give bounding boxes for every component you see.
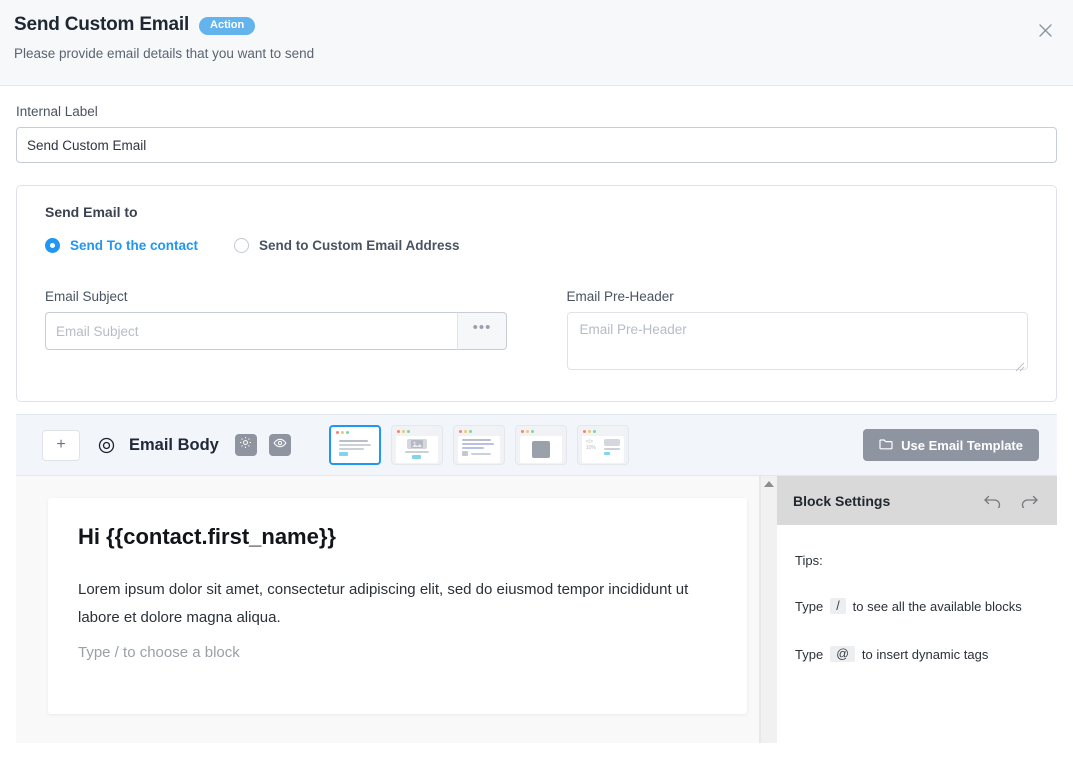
send-email-to-title: Send Email to [45, 204, 138, 220]
email-preheader-label: Email Pre-Header [566, 289, 674, 304]
close-button[interactable] [1033, 18, 1057, 42]
radio-indicator-selected [45, 238, 60, 253]
template-thumb-image[interactable] [390, 425, 443, 465]
use-email-template-label: Use Email Template [901, 437, 1023, 453]
status-badge: Action [199, 17, 256, 35]
block-settings-actions [983, 493, 1039, 508]
email-preheader-field: Email Pre-Header [566, 289, 1028, 375]
template-thumb-document[interactable] [514, 425, 567, 465]
tip-at-suffix: to insert dynamic tags [861, 646, 989, 662]
modal-header: Send Custom Email Action Please provide … [0, 0, 1073, 86]
undo-icon [984, 495, 1001, 508]
undo-button[interactable] [983, 493, 1002, 508]
tip-at-key: @ [830, 646, 855, 662]
editor-area: Hi {{contact.first_name}} Lorem ipsum do… [16, 476, 1057, 743]
tip-at-prefix: Type [795, 646, 824, 662]
block-settings-header: Block Settings [777, 476, 1057, 525]
target-icon [98, 437, 115, 454]
use-email-template-button[interactable]: Use Email Template [863, 429, 1039, 461]
template-thumb-code[interactable]: </> 10% [576, 425, 629, 465]
radio-send-to-contact-label: Send To the contact [70, 238, 199, 253]
redo-icon [1021, 495, 1038, 508]
tip-slash-suffix: to see all the available blocks [852, 598, 1022, 614]
internal-label-input[interactable] [16, 127, 1057, 163]
email-preheader-wrap [566, 312, 1028, 375]
email-body-toolbar: + Email Body </> 10% Use Email Template [16, 414, 1057, 476]
email-paragraph[interactable]: Lorem ipsum dolor sit amet, consectetur … [78, 576, 717, 632]
email-heading[interactable]: Hi {{contact.first_name}} [78, 524, 717, 550]
send-email-to-radio-group: Send To the contact Send to Custom Email… [45, 238, 1028, 253]
internal-label-field: Internal Label [16, 104, 1057, 163]
email-subject-field: Email Subject ••• [45, 289, 507, 375]
editor-scrollbar[interactable] [760, 476, 777, 743]
tip-slash: Type / to see all the available blocks [795, 598, 1039, 614]
email-subject-label: Email Subject [45, 289, 128, 304]
tip-slash-prefix: Type [795, 598, 824, 614]
email-block-placeholder[interactable]: Type / to choose a block [78, 644, 717, 661]
send-email-section: Send Email to Send To the contact Send t… [16, 185, 1057, 402]
subject-preheader-row: Email Subject ••• Email Pre-Header [45, 289, 1028, 375]
preview-button[interactable] [268, 434, 291, 456]
template-thumb-article[interactable] [452, 425, 505, 465]
radio-send-to-custom-address[interactable]: Send to Custom Email Address [234, 238, 460, 253]
tip-slash-key: / [830, 598, 846, 614]
scroll-up-arrow-icon[interactable] [764, 481, 774, 487]
title-row: Send Custom Email Action [14, 14, 1053, 36]
redo-button[interactable] [1020, 493, 1039, 508]
radio-send-to-contact[interactable]: Send To the contact [45, 238, 198, 253]
radio-indicator-unselected [234, 238, 250, 253]
folder-icon [879, 438, 893, 453]
email-subject-group: ••• [45, 312, 507, 350]
gear-icon [239, 436, 252, 454]
modal-body: Internal Label Send Email to Send To the… [0, 86, 1073, 743]
radio-send-to-custom-address-label: Send to Custom Email Address [259, 238, 460, 253]
modal-subtitle: Please provide email details that you wa… [14, 46, 315, 61]
block-settings-button[interactable] [234, 434, 257, 456]
block-settings-panel: Block Settings Tips: Type / to see all t… [777, 476, 1057, 743]
close-icon [1038, 23, 1053, 38]
block-settings-title: Block Settings [793, 492, 891, 509]
email-subject-more-button[interactable]: ••• [457, 312, 507, 350]
email-canvas-wrap: Hi {{contact.first_name}} Lorem ipsum do… [16, 476, 760, 743]
block-settings-content: Tips: Type / to see all the available bl… [777, 525, 1057, 694]
tips-title: Tips: [795, 553, 823, 568]
page-title: Send Custom Email [14, 14, 190, 35]
email-body-label: Email Body [129, 435, 219, 454]
template-thumb-text[interactable] [328, 425, 381, 465]
tip-at: Type @ to insert dynamic tags [795, 646, 1039, 662]
template-thumbnails: </> 10% [328, 425, 629, 465]
email-subject-input[interactable] [45, 312, 458, 350]
email-preheader-input[interactable] [566, 312, 1028, 370]
email-canvas[interactable]: Hi {{contact.first_name}} Lorem ipsum do… [48, 498, 747, 714]
add-block-button[interactable]: + [42, 429, 80, 461]
eye-icon [273, 436, 287, 455]
internal-label-label: Internal Label [16, 104, 98, 119]
